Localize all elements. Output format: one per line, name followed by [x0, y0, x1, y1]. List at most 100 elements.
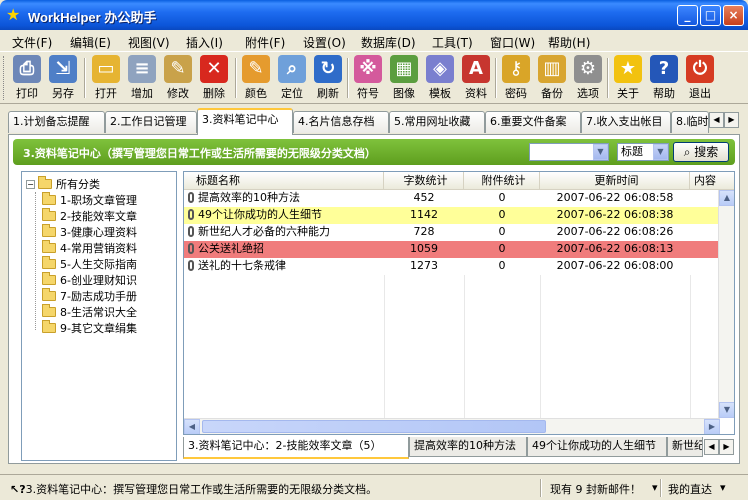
- close-button[interactable]: ×: [723, 5, 744, 26]
- search-button[interactable]: ⌕ 搜索: [673, 142, 729, 162]
- column-updated[interactable]: 更新时间: [540, 172, 690, 190]
- cell-attachments: 0: [464, 190, 540, 207]
- delete-button[interactable]: ✕ 删除: [197, 54, 231, 100]
- column-content[interactable]: 内容: [690, 172, 734, 190]
- menu-settings[interactable]: 设置(O): [303, 34, 346, 51]
- menu-edit[interactable]: 编辑(E): [70, 34, 111, 51]
- table-row[interactable]: 送礼的十七条戒律 1273 0 2007-06-22 06:08:00: [184, 258, 720, 275]
- maximize-button[interactable]: □: [700, 5, 721, 26]
- image-button[interactable]: ▦ 图像: [387, 54, 421, 100]
- tab-scroll-right-icon[interactable]: ▶: [724, 112, 739, 128]
- options-label: 选项: [577, 87, 599, 100]
- tree-item-other[interactable]: 9-其它文章绢集: [42, 320, 137, 336]
- refresh-button[interactable]: ↻ 刷新: [311, 54, 345, 100]
- tree-item-finance[interactable]: 6-创业理财知识: [42, 272, 137, 288]
- tab-scroll-left-icon[interactable]: ◀: [709, 112, 724, 128]
- template-button[interactable]: ◈ 模板: [423, 54, 457, 100]
- print-button[interactable]: ⎙ 打印: [10, 54, 44, 100]
- about-label: 关于: [617, 87, 639, 100]
- doc-tab-new-century[interactable]: 新世纪: [667, 437, 703, 457]
- menu-insert[interactable]: 插入(I): [186, 34, 223, 51]
- help-button[interactable]: ? 帮助: [647, 54, 681, 100]
- doc-tab-efficiency[interactable]: 提高效率的10种方法: [409, 437, 527, 457]
- tree-item-career[interactable]: 1-职场文章管理: [42, 192, 137, 208]
- tab-temp[interactable]: 8.临时: [671, 111, 709, 133]
- tab-accounts[interactable]: 7.收入支出帐目: [581, 111, 671, 133]
- open-button[interactable]: ▭ 打开: [89, 54, 123, 100]
- tree-item-skills[interactable]: 2-技能效率文章: [42, 208, 137, 224]
- menu-file[interactable]: 文件(F): [12, 34, 52, 51]
- tab-planner[interactable]: 1.计划备忘提醒: [8, 111, 105, 133]
- menu-tools[interactable]: 工具(T): [432, 34, 473, 51]
- chevron-down-icon[interactable]: ▾: [720, 481, 726, 494]
- vertical-scrollbar[interactable]: ▲ ▼: [718, 190, 734, 418]
- modify-button[interactable]: ✎ 修改: [161, 54, 195, 100]
- attachment-clip-icon: [188, 209, 194, 220]
- collapse-icon[interactable]: −: [26, 180, 35, 189]
- doc-tab-scroll-left-icon[interactable]: ◀: [704, 439, 719, 455]
- tree-item-health[interactable]: 3-健康心理资料: [42, 224, 137, 240]
- menu-attachment[interactable]: 附件(F): [245, 34, 285, 51]
- cell-title: 公关送礼绝招: [188, 241, 384, 258]
- scroll-up-icon[interactable]: ▲: [719, 190, 734, 206]
- menu-window[interactable]: 窗口(W): [490, 34, 535, 51]
- menu-database[interactable]: 数据库(D): [361, 34, 416, 51]
- password-button[interactable]: ⚷ 密码: [499, 54, 533, 100]
- tree-item-social[interactable]: 5-人生交际指南: [42, 256, 137, 272]
- table-row[interactable]: 新世纪人才必备的六种能力 728 0 2007-06-22 06:08:26: [184, 224, 720, 241]
- data-button[interactable]: A 资料: [459, 54, 493, 100]
- symbols-button[interactable]: ※ 符号: [351, 54, 385, 100]
- tab-bookmarks[interactable]: 5.常用网址收藏: [389, 111, 485, 133]
- add-button[interactable]: ≡ 增加: [125, 54, 159, 100]
- search-history-dropdown-icon[interactable]: ▼: [593, 144, 608, 160]
- tab-notes-center[interactable]: 3.资料笔记中心: [197, 108, 293, 135]
- table-row[interactable]: 提高效率的10种方法 452 0 2007-06-22 06:08:58: [184, 190, 720, 207]
- horizontal-scrollbar[interactable]: ◀ ▶: [184, 418, 720, 434]
- tree-root[interactable]: − 所有分类: [26, 176, 100, 192]
- tree-item-marketing[interactable]: 4-常用营销资料: [42, 240, 137, 256]
- tree-item-life-tips[interactable]: 8-生活常识大全: [42, 304, 137, 320]
- tree-item-label: 4-常用营销资料: [60, 242, 137, 255]
- chevron-down-icon[interactable]: ▾: [652, 481, 658, 494]
- minimize-button[interactable]: _: [677, 5, 698, 26]
- folder-icon: [42, 192, 56, 205]
- quick-access-menu[interactable]: 我的直达: [668, 481, 712, 497]
- tab-business-cards[interactable]: 4.名片信息存档: [293, 111, 389, 133]
- table-row[interactable]: 公关送礼绝招 1059 0 2007-06-22 06:08:13: [184, 241, 720, 258]
- options-button[interactable]: ⚙ 选项: [571, 54, 605, 100]
- cell-updated: 2007-06-22 06:08:26: [540, 224, 690, 241]
- doc-tab-category[interactable]: 3.资料笔记中心：2-技能效率文章（5）: [183, 437, 409, 459]
- search-input[interactable]: ▼: [529, 143, 609, 161]
- tree-item-label: 1-职场文章管理: [60, 194, 137, 207]
- open-document-tabs: 3.资料笔记中心：2-技能效率文章（5） 提高效率的10种方法 49个让你成功的…: [183, 437, 735, 459]
- doc-tab-scroll-right-icon[interactable]: ▶: [719, 439, 734, 455]
- chevron-down-icon[interactable]: ▼: [653, 144, 668, 160]
- tab-important-files[interactable]: 6.重要文件备案: [485, 111, 581, 133]
- tab-work-diary[interactable]: 2.工作日记管理: [105, 111, 197, 133]
- save-as-icon: ⇲: [49, 55, 77, 83]
- scroll-down-icon[interactable]: ▼: [719, 402, 734, 418]
- column-word-count[interactable]: 字数统计: [384, 172, 464, 190]
- scroll-left-icon[interactable]: ◀: [184, 419, 200, 434]
- save-as-label: 另存: [52, 87, 74, 100]
- menu-view[interactable]: 视图(V): [128, 34, 170, 51]
- tree-item-inspiration[interactable]: 7-励志成功手册: [42, 288, 137, 304]
- backup-button[interactable]: ▥ 备份: [535, 54, 569, 100]
- doc-tab-success-details[interactable]: 49个让你成功的人生细节: [527, 437, 667, 457]
- scroll-right-icon[interactable]: ▶: [704, 419, 720, 434]
- save-as-button[interactable]: ⇲ 另存: [46, 54, 80, 100]
- search-field-select[interactable]: 标题 ▼: [617, 143, 669, 161]
- menu-help[interactable]: 帮助(H): [548, 34, 590, 51]
- toolbar-grip[interactable]: [3, 56, 6, 100]
- folder-icon: [42, 240, 56, 253]
- column-attachments[interactable]: 附件统计: [464, 172, 540, 190]
- table-row[interactable]: 49个让你成功的人生细节 1142 0 2007-06-22 06:08:38: [184, 207, 720, 224]
- locate-button[interactable]: ⌕ 定位: [275, 54, 309, 100]
- toolbar-separator: [495, 58, 497, 98]
- about-button[interactable]: ★ 关于: [611, 54, 645, 100]
- horizontal-scroll-thumb[interactable]: [202, 420, 546, 433]
- column-title[interactable]: 标题名称: [184, 172, 384, 190]
- color-button[interactable]: ✎ 颜色: [239, 54, 273, 100]
- exit-button[interactable]: ⏻ 退出: [683, 54, 717, 100]
- new-mail-status[interactable]: 现有 9 封新邮件！: [550, 481, 641, 497]
